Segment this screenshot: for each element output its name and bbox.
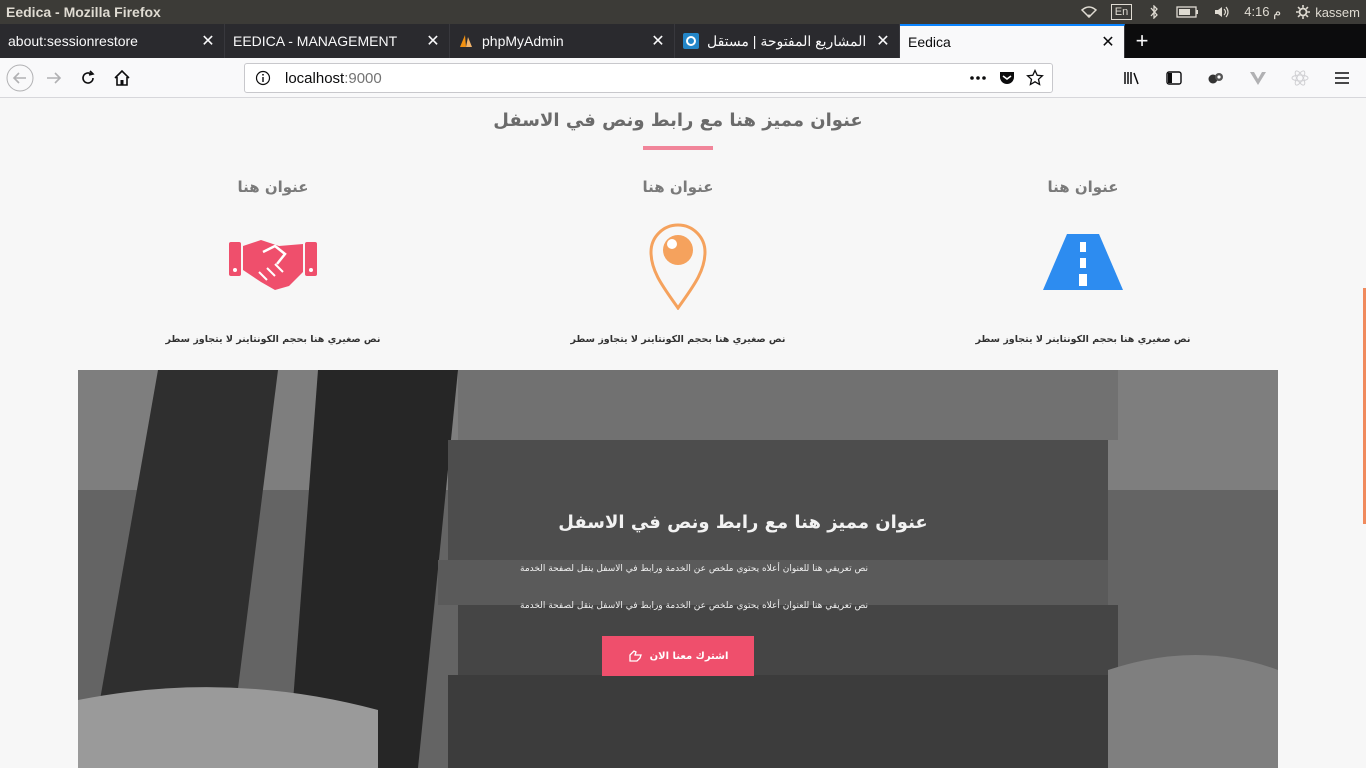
hero-description-1: نص تعريفي هنا للعنوان أعلاه يحتوي ملخص ع…: [520, 564, 868, 574]
tab-sessionrestore[interactable]: about:sessionrestore ✕: [0, 24, 225, 58]
feature-text: نص صغيري هنا بحجم الكونتاينر لا يتجاوز س…: [165, 334, 381, 345]
close-icon[interactable]: ✕: [875, 31, 891, 51]
menu-button[interactable]: [1326, 62, 1358, 94]
bluetooth-icon[interactable]: [1146, 5, 1162, 19]
url-bar[interactable]: localhost:9000: [244, 63, 1053, 93]
system-tray: En 4:16 م kassem: [1080, 0, 1360, 24]
tab-label: المشاريع المفتوحة | مستقل: [707, 32, 867, 49]
library-icon: [1124, 72, 1139, 85]
close-icon[interactable]: ✕: [200, 31, 216, 51]
battery-icon[interactable]: [1176, 5, 1200, 19]
vue-icon: [1250, 72, 1266, 85]
tab-label: EEDICA - MANAGEMENT: [233, 33, 398, 49]
username: kassem: [1315, 4, 1360, 20]
url-actions: [968, 69, 1044, 87]
tab-strip: about:sessionrestore ✕ EEDICA - MANAGEME…: [0, 24, 1366, 58]
hero-title: عنوان مميز هنا مع رابط ونص في الاسفل: [558, 512, 928, 533]
sidebar-icon: [1166, 71, 1182, 85]
info-icon[interactable]: [255, 70, 271, 86]
hero-description-2: نص تعريفي هنا للعنوان أعلاه يحتوي ملخص ع…: [520, 601, 868, 611]
feature-text: نص صغيري هنا بحجم الكونتاينر لا يتجاوز س…: [570, 334, 786, 345]
home-icon: [114, 69, 130, 86]
forward-arrow-icon: [47, 71, 62, 84]
tab-eedica[interactable]: Eedica ✕: [900, 24, 1125, 58]
user-menu[interactable]: kassem: [1295, 5, 1360, 20]
subscribe-button[interactable]: اشترك معنا الان: [602, 636, 754, 676]
tab-label: phpMyAdmin: [482, 33, 564, 49]
reload-icon: [82, 69, 95, 84]
feature-title: عنوان هنا: [1047, 178, 1119, 196]
react-icon: [1291, 70, 1309, 86]
close-icon[interactable]: ✕: [650, 31, 666, 51]
subscribe-button-label: اشترك معنا الان: [649, 650, 729, 662]
page-actions-icon[interactable]: [968, 69, 988, 87]
feature-title: عنوان هنا: [237, 178, 309, 196]
tab-label: about:sessionrestore: [8, 33, 138, 49]
section-title: عنوان مميز هنا مع رابط ونص في الاسفل: [493, 110, 863, 131]
page-content: عنوان مميز هنا مع رابط ونص في الاسفل عنو…: [0, 98, 1366, 768]
vue-devtools-button[interactable]: [1242, 62, 1274, 94]
mostaql-icon: [683, 33, 699, 49]
window-title: Eedica - Mozilla Firefox: [6, 4, 161, 20]
home-button[interactable]: [106, 62, 138, 94]
bookmark-star-icon[interactable]: [1026, 69, 1044, 87]
url-port: :9000: [344, 69, 382, 87]
feature-card-map-pin: عنوان هنا نص صغيري هنا بحجم الكونتاينر ل…: [528, 178, 828, 345]
back-arrow-icon: [6, 64, 34, 91]
map-pin-icon: [649, 223, 707, 311]
section-title-underline: [643, 146, 713, 150]
forward-button[interactable]: [38, 62, 70, 94]
extension-icon: [1208, 73, 1223, 84]
wifi-icon[interactable]: [1080, 5, 1097, 19]
tab-phpmyadmin[interactable]: phpMyAdmin ✕: [450, 24, 675, 58]
pocket-icon[interactable]: [998, 69, 1016, 87]
road-icon: [1043, 234, 1123, 290]
react-devtools-button[interactable]: [1284, 62, 1316, 94]
tab-label: Eedica: [908, 34, 951, 50]
extension-button[interactable]: [1200, 62, 1232, 94]
toolbar-right: [1114, 62, 1358, 94]
phpmyadmin-icon: [460, 35, 472, 47]
hamburger-menu-icon: [1335, 72, 1349, 84]
os-top-bar: Eedica - Mozilla Firefox En 4:16 م kasse…: [0, 0, 1366, 24]
tab-eedica-management[interactable]: EEDICA - MANAGEMENT ✕: [225, 24, 450, 58]
hero-banner: عنوان مميز هنا مع رابط ونص في الاسفل نص …: [78, 370, 1278, 768]
new-tab-button[interactable]: +: [1125, 24, 1159, 58]
feature-card-handshake: عنوان هنا نص صغيري هنا بحجم الكونتاينر ل…: [123, 178, 423, 345]
clock[interactable]: 4:16 م: [1244, 4, 1281, 20]
feature-card-road: عنوان هنا نص صغيري هنا بحجم الكونتاينر ل…: [933, 178, 1233, 345]
back-button[interactable]: [4, 62, 36, 94]
tab-mostaql[interactable]: المشاريع المفتوحة | مستقل ✕: [675, 24, 900, 58]
feature-text: نص صغيري هنا بحجم الكونتاينر لا يتجاوز س…: [975, 334, 1191, 345]
url-host: localhost: [285, 69, 345, 87]
gear-icon: [1296, 5, 1311, 19]
navigation-bar: localhost:9000: [0, 58, 1366, 98]
reload-button[interactable]: [72, 62, 104, 94]
sidebar-button[interactable]: [1158, 62, 1190, 94]
feature-title: عنوان هنا: [642, 178, 714, 196]
hand-pointing-icon: [628, 650, 642, 662]
handshake-icon: [229, 240, 317, 290]
close-icon[interactable]: ✕: [425, 31, 441, 51]
volume-icon[interactable]: [1214, 5, 1230, 19]
library-button[interactable]: [1116, 62, 1148, 94]
close-icon[interactable]: ✕: [1100, 32, 1116, 52]
keyboard-language-indicator[interactable]: En: [1110, 4, 1133, 20]
